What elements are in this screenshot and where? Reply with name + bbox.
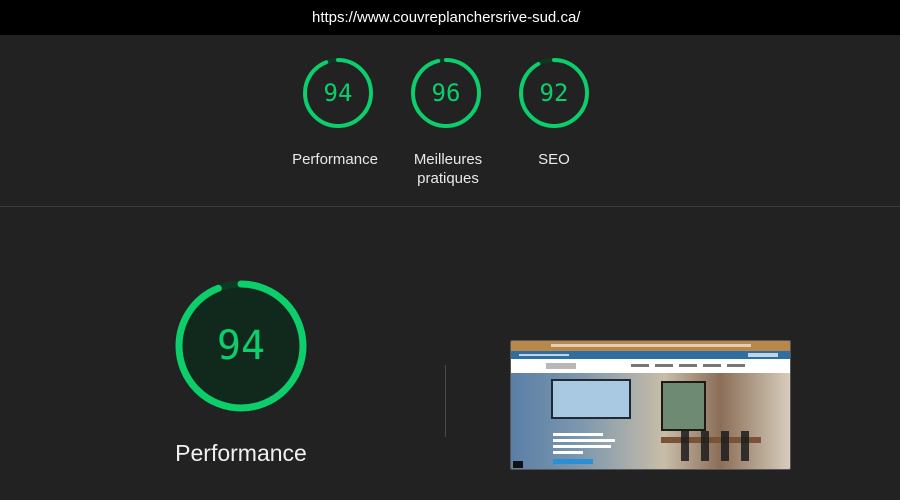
url-bar: https://www.couvreplanchersrive-sud.ca/: [0, 0, 900, 35]
score-value: 92: [539, 79, 569, 107]
thumb-topbar: [511, 341, 790, 351]
featured-score-value: 94: [216, 323, 266, 369]
gauge-featured-performance: 94: [173, 278, 309, 414]
page-screenshot-thumbnail: [510, 340, 791, 470]
featured-score-label: Performance: [175, 440, 307, 466]
thumb-hero-image: [511, 373, 790, 469]
section-divider: [0, 206, 900, 207]
score-label-best-practices: Meilleures pratiques: [413, 151, 483, 187]
score-label-performance: Performance: [292, 151, 378, 168]
gauge-performance[interactable]: 94: [302, 57, 374, 129]
url-text: https://www.couvreplanchersrive-sud.ca/: [312, 9, 581, 26]
score-value: 96: [431, 79, 461, 107]
thumb-navbar: [511, 351, 790, 359]
score-label-seo: SEO: [538, 151, 570, 168]
score-value: 94: [323, 79, 353, 107]
vertical-divider: [445, 365, 446, 437]
gauge-seo[interactable]: 92: [518, 57, 590, 129]
thumb-header: [511, 359, 790, 373]
gauge-best-practices[interactable]: 96: [410, 57, 482, 129]
